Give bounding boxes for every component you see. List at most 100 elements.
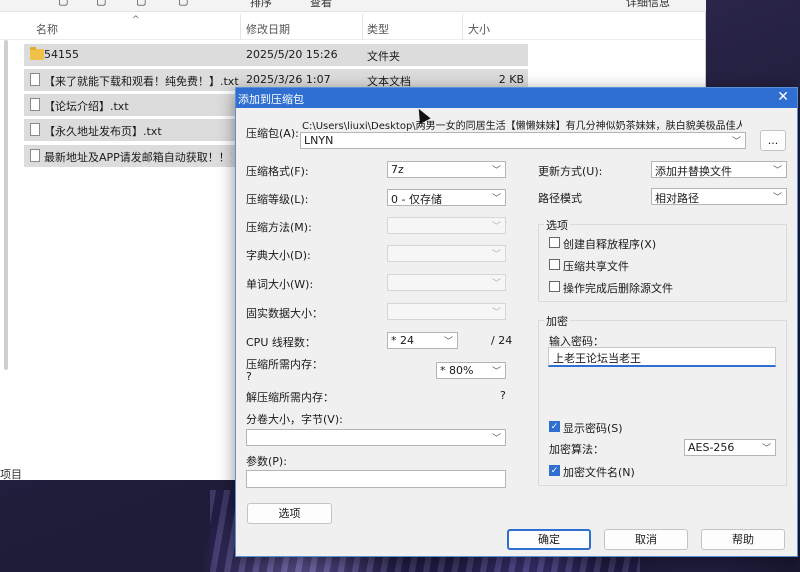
format-label: 压缩格式(F): xyxy=(246,165,309,178)
dialog-titlebar[interactable]: 添加到压缩包 ✕ xyxy=(236,88,797,108)
text-file-icon xyxy=(30,98,40,111)
toolbar-icon[interactable]: ▢ xyxy=(96,0,106,7)
toolbar-icon[interactable]: ▢ xyxy=(178,0,188,7)
shared-label[interactable]: 压缩共享文件 xyxy=(563,258,629,274)
split-select[interactable]: ﹀ xyxy=(246,429,506,446)
chevron-down-icon: ﹀ xyxy=(491,194,501,204)
format-select[interactable]: 7z ﹀ xyxy=(387,161,506,178)
nav-scrollbar[interactable] xyxy=(4,40,8,370)
encrypt-names-label[interactable]: 加密文件名(N) xyxy=(563,464,635,480)
show-password-checkbox[interactable]: ✓ xyxy=(549,421,560,432)
chevron-down-icon: ﹀ xyxy=(491,166,501,176)
chevron-down-icon: ﹀ xyxy=(491,250,501,260)
chevron-down-icon: ﹀ xyxy=(761,444,771,454)
options-button[interactable]: 选项 xyxy=(247,503,332,524)
method-select: ﹀ xyxy=(387,217,506,234)
chevron-down-icon: ﹀ xyxy=(772,193,782,203)
col-size[interactable]: 大小 xyxy=(468,21,490,37)
delete-checkbox[interactable] xyxy=(549,281,560,292)
file-row[interactable]: 54155 2025/5/20 15:26 文件夹 xyxy=(24,44,528,66)
path-mode-value: 相对路径 xyxy=(655,192,699,205)
cpu-total: / 24 xyxy=(491,334,513,347)
sfx-label[interactable]: 创建自释放程序(X) xyxy=(563,236,656,252)
file-modified: 2025/5/20 15:26 xyxy=(246,48,338,61)
view-button[interactable]: 查看 xyxy=(310,0,332,10)
text-file-icon xyxy=(30,73,40,86)
column-divider[interactable] xyxy=(240,14,241,40)
sort-button[interactable]: 排序 xyxy=(250,0,272,10)
show-password-label[interactable]: 显示密码(S) xyxy=(563,420,623,436)
col-name[interactable]: 名称 xyxy=(36,21,58,37)
options-group-title: 选项 xyxy=(544,217,570,233)
browse-button[interactable]: ... xyxy=(760,130,786,151)
chevron-down-icon: ﹀ xyxy=(772,166,782,176)
memory-select[interactable]: * 80% ﹀ xyxy=(436,362,506,379)
delete-label[interactable]: 操作完成后删除源文件 xyxy=(563,280,673,296)
encryption-method-label: 加密算法： xyxy=(549,443,604,456)
update-label: 更新方式(U): xyxy=(538,165,603,178)
chevron-down-icon: ﹀ xyxy=(491,308,501,318)
file-name: 54155 xyxy=(44,48,79,61)
col-type[interactable]: 类型 xyxy=(367,21,389,37)
split-label: 分卷大小，字节(V): xyxy=(246,413,343,426)
chevron-down-icon: ﹀ xyxy=(491,279,501,289)
word-label: 单词大小(W): xyxy=(246,278,314,291)
archive-name-value: LNYN xyxy=(304,134,334,147)
column-header: 名称 ^ 修改日期 类型 大小 xyxy=(0,14,706,40)
close-icon[interactable]: ✕ xyxy=(777,89,789,105)
decompress-memory-value: ? xyxy=(500,389,506,402)
file-name: 最新地址及APP请发邮箱自动获取！！！... xyxy=(44,151,232,164)
sfx-checkbox[interactable] xyxy=(549,237,560,248)
status-bar-text: 项目 xyxy=(0,468,22,481)
column-divider[interactable] xyxy=(362,14,363,40)
encryption-method-select[interactable]: AES-256 ﹀ xyxy=(684,439,776,456)
decompress-memory-label: 解压缩所需内存： xyxy=(246,391,334,404)
file-row[interactable]: 【论坛介绍】.txt xyxy=(24,94,236,116)
cpu-value: * 24 xyxy=(391,334,414,347)
file-row[interactable]: 【永久地址发布页】.txt xyxy=(24,119,236,141)
password-input[interactable]: 上老王论坛当老王 xyxy=(548,347,776,367)
chevron-down-icon: ﹀ xyxy=(491,434,501,444)
col-modified[interactable]: 修改日期 xyxy=(246,21,290,37)
explorer-toolbar: ▢ ▢ ▢ ▢ 排序 查看 详细信息 xyxy=(0,0,706,12)
encryption-group-title: 加密 xyxy=(544,313,570,329)
ok-button[interactable]: 确定 xyxy=(507,529,591,550)
memory-unknown: ? xyxy=(246,370,252,383)
format-value: 7z xyxy=(391,163,404,176)
cancel-button[interactable]: 取消 xyxy=(604,529,688,550)
details-button[interactable]: 详细信息 xyxy=(626,0,670,10)
help-button[interactable]: 帮助 xyxy=(701,529,785,550)
method-label: 压缩方法(M): xyxy=(246,221,312,234)
chevron-down-icon: ﹀ xyxy=(491,222,501,232)
chevron-down-icon[interactable]: ﹀ xyxy=(732,134,741,147)
folder-icon xyxy=(30,47,44,60)
chevron-down-icon: ﹀ xyxy=(443,337,453,347)
toolbar-icon[interactable]: ▢ xyxy=(136,0,146,7)
update-select[interactable]: 添加并替换文件 ﹀ xyxy=(651,161,787,178)
file-name: 【永久地址发布页】.txt xyxy=(44,125,162,138)
chevron-down-icon: ﹀ xyxy=(491,367,501,377)
file-name: 【论坛介绍】.txt xyxy=(44,100,129,113)
file-row[interactable]: 最新地址及APP请发邮箱自动获取！！！... xyxy=(24,145,236,167)
params-input[interactable] xyxy=(246,470,506,488)
dict-label: 字典大小(D): xyxy=(246,249,311,262)
file-size: 2 KB xyxy=(498,73,524,86)
level-label: 压缩等级(L): xyxy=(246,193,309,206)
archive-label: 压缩包(A): xyxy=(246,127,299,140)
path-mode-select[interactable]: 相对路径 ﹀ xyxy=(651,188,787,205)
cpu-label: CPU 线程数： xyxy=(246,336,316,349)
toolbar-icon[interactable]: ▢ xyxy=(58,0,68,7)
text-file-icon xyxy=(30,149,40,162)
solid-select: ﹀ xyxy=(387,303,506,320)
archive-name-combo[interactable]: LNYN ﹀ xyxy=(300,132,746,149)
file-type: 文件夹 xyxy=(367,50,400,63)
encrypt-names-checkbox[interactable]: ✓ xyxy=(549,465,560,476)
cpu-select[interactable]: * 24 ﹀ xyxy=(387,332,458,349)
memory-label: 压缩所需内存： xyxy=(246,358,323,371)
shared-checkbox[interactable] xyxy=(549,259,560,270)
text-file-icon xyxy=(30,123,40,136)
level-select[interactable]: 0 - 仅存储 ﹀ xyxy=(387,189,506,206)
file-modified: 2025/3/26 1:07 xyxy=(246,73,331,86)
column-divider[interactable] xyxy=(462,14,463,40)
update-value: 添加并替换文件 xyxy=(655,165,732,178)
